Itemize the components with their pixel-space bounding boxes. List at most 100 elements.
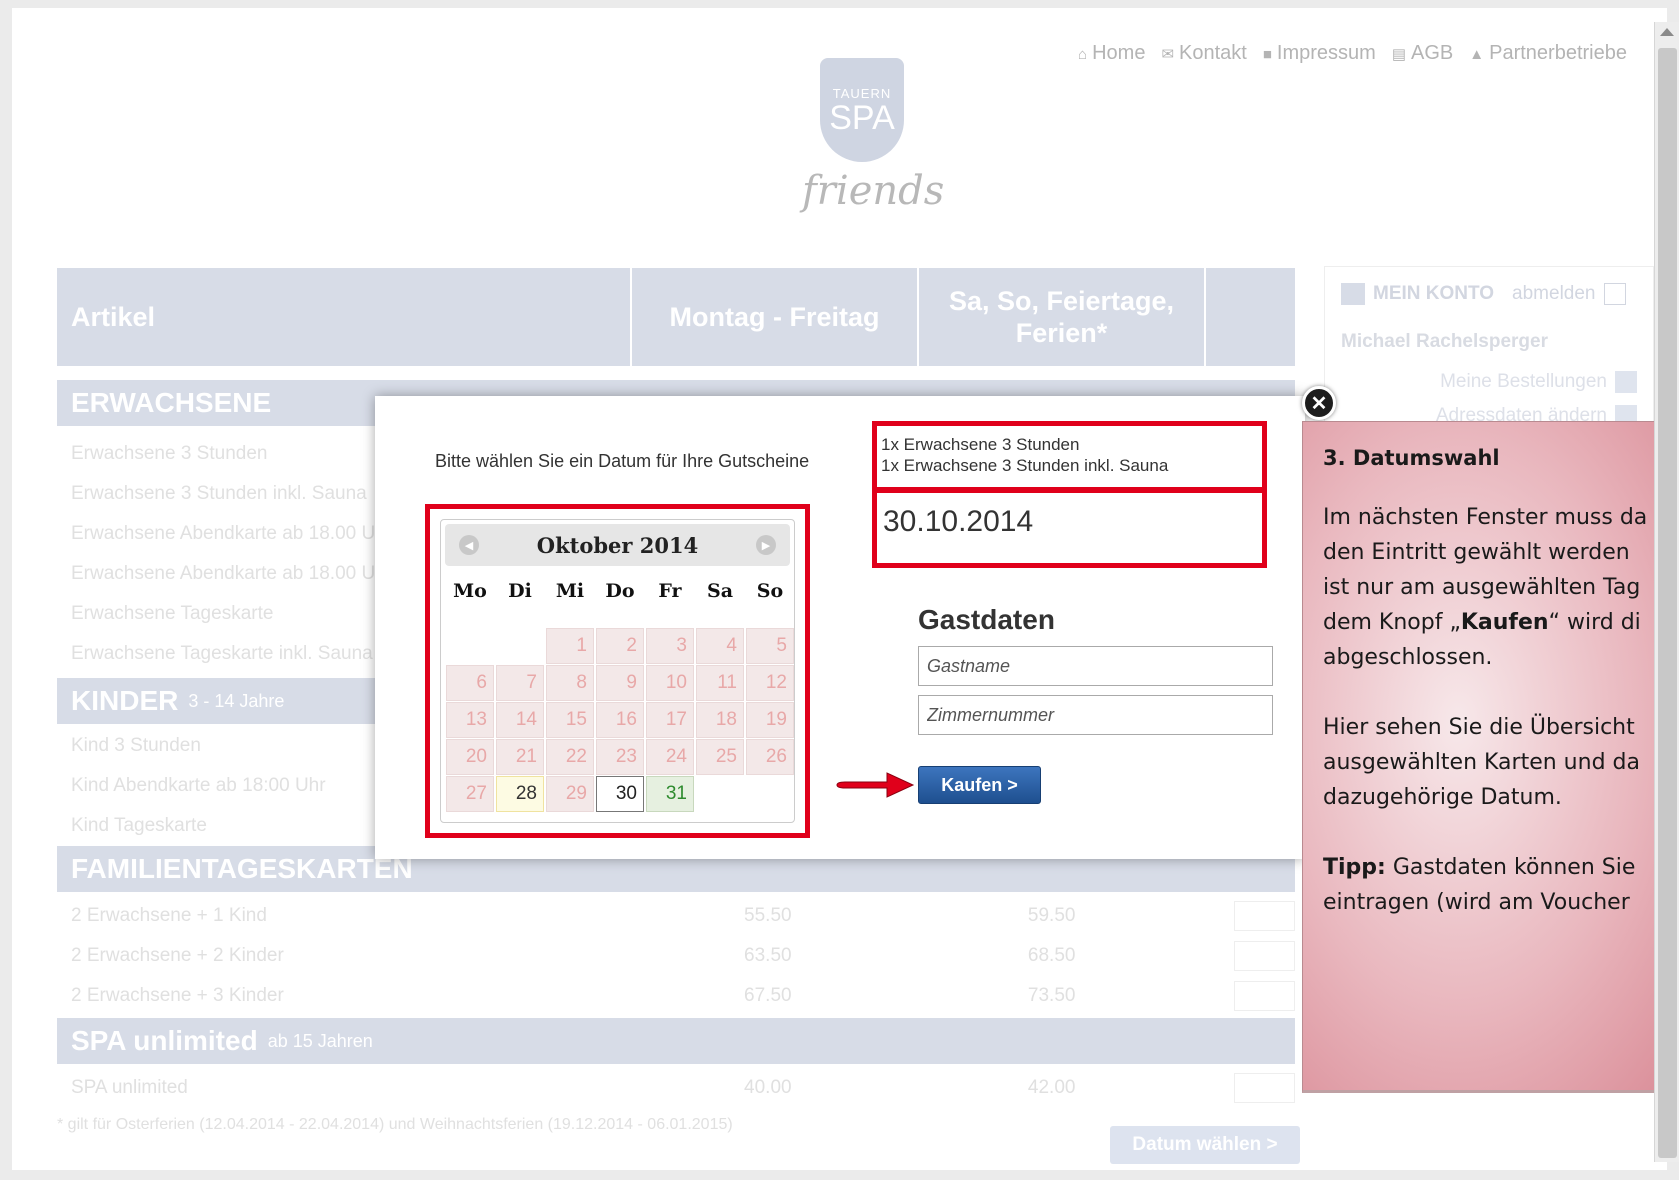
annotation-text: Hier sehen Sie die Übersicht xyxy=(1323,715,1635,740)
calendar-day[interactable]: 22 xyxy=(546,739,594,775)
user-icon xyxy=(1341,283,1365,305)
vertical-scrollbar[interactable] xyxy=(1654,22,1679,1162)
buy-button[interactable]: Kaufen > xyxy=(918,766,1041,804)
col-artikel: Artikel xyxy=(57,268,632,366)
calendar-day[interactable]: 24 xyxy=(646,739,694,775)
document-icon: ▤ xyxy=(1391,46,1407,63)
nav-agb[interactable]: ▤ AGB xyxy=(1392,42,1453,65)
quantity-input[interactable] xyxy=(1233,981,1295,1011)
home-icon: ⌂ xyxy=(1078,46,1088,63)
nav-kontakt[interactable]: ✉ Kontakt xyxy=(1161,42,1246,65)
quantity-input[interactable] xyxy=(1233,1073,1295,1103)
tauern-spa-logo[interactable]: TAUERN SPA friends xyxy=(782,58,944,228)
annotation-text: ausgewählten Karten und da xyxy=(1323,750,1640,775)
calendar-day[interactable]: 4 xyxy=(696,628,744,664)
annotation-text: Tipp: Gastdaten können Sie xyxy=(1323,855,1636,880)
calendar-day[interactable]: 8 xyxy=(546,665,594,701)
price-table-header: Artikel Montag - Freitag Sa, So, Feierta… xyxy=(57,268,1295,366)
calendar-day[interactable]: 27 xyxy=(446,776,494,812)
calendar-blank xyxy=(496,628,544,664)
calendar-day[interactable]: 16 xyxy=(596,702,644,738)
account-header: MEIN KONTO abmelden xyxy=(1341,283,1626,305)
calendar-blank xyxy=(446,628,494,664)
scroll-up-icon[interactable] xyxy=(1660,28,1674,36)
top-navigation: ⌂ Home ✉ Kontakt ■ Impressum ▤ AGB ▲ Partnerb… xyxy=(1078,42,1627,65)
logout-arrow-icon[interactable] xyxy=(1603,283,1626,305)
account-panel: MEIN KONTO abmelden Michael Rachelsperge… xyxy=(1324,266,1654,427)
calendar-highlight: ◀ Oktober 2014 ▶ Mo Di Mi Do Fr Sa So 12345678… xyxy=(425,504,810,838)
calendar-day[interactable]: 18 xyxy=(696,702,744,738)
weekday-label: Di xyxy=(508,580,532,602)
calendar-day[interactable]: 11 xyxy=(696,665,744,701)
calendar-day[interactable]: 28 xyxy=(496,776,544,812)
calendar-day[interactable]: 19 xyxy=(746,702,794,738)
annotation-text: dazugehörige Datum. xyxy=(1323,785,1562,810)
calendar-day[interactable]: 10 xyxy=(646,665,694,701)
day-grid: 1 2 3 4 5 6 7 8 9 10 11 12 13 14 15 16 17 18 19 20 21 22 23 24 2… xyxy=(445,628,795,812)
calendar-day[interactable]: 6 xyxy=(446,665,494,701)
col-quantity xyxy=(1206,268,1295,366)
weekday-header: Mo Di Mi Do Fr Sa So xyxy=(445,580,795,602)
datepicker: ◀ Oktober 2014 ▶ Mo Di Mi Do Fr Sa So 12345678… xyxy=(440,519,795,823)
nav-home[interactable]: ⌂ Home xyxy=(1078,42,1145,65)
prev-month-icon[interactable]: ◀ xyxy=(459,535,479,555)
datepicker-header: ◀ Oktober 2014 ▶ xyxy=(445,524,790,566)
nav-impressum[interactable]: ■ Impressum xyxy=(1263,42,1376,65)
annotation-text: Im nächsten Fenster muss da xyxy=(1323,505,1648,530)
calendar-day[interactable]: 26 xyxy=(746,739,794,775)
logo-shield: TAUERN SPA xyxy=(820,58,904,162)
calendar-day[interactable]: 14 xyxy=(496,702,544,738)
calendar-day[interactable]: 5 xyxy=(746,628,794,664)
nav-partner[interactable]: ▲ Partnerbetriebe xyxy=(1469,42,1627,65)
summary-item: 1x Erwachsene 3 Stunden inkl. Sauna xyxy=(881,456,1169,475)
calendar-day[interactable]: 29 xyxy=(546,776,594,812)
calendar-day[interactable]: 30 xyxy=(596,776,644,812)
guest-name-field[interactable] xyxy=(918,646,1273,686)
calendar-day[interactable]: 25 xyxy=(696,739,744,775)
weekday-label: Fr xyxy=(658,580,682,602)
calendar-day[interactable]: 1 xyxy=(546,628,594,664)
weekday-label: Mo xyxy=(453,580,487,602)
calendar-day[interactable]: 12 xyxy=(746,665,794,701)
calendar-day[interactable]: 9 xyxy=(596,665,644,701)
pointer-arrow-icon xyxy=(836,772,915,798)
tutorial-annotation: 3. Datumswahl Im nächsten Fenster muss d… xyxy=(1302,421,1667,1093)
summary-item: 1x Erwachsene 3 Stunden xyxy=(881,435,1080,454)
calendar-day[interactable]: 7 xyxy=(496,665,544,701)
calendar-day[interactable]: 20 xyxy=(446,739,494,775)
logout-link[interactable]: abmelden xyxy=(1512,283,1595,305)
calendar-day[interactable]: 21 xyxy=(496,739,544,775)
table-row: 2 Erwachsene + 2 Kinder 63.50 68.50 xyxy=(57,936,1295,976)
col-weekday: Montag - Freitag xyxy=(632,268,919,366)
quantity-input[interactable] xyxy=(1233,901,1295,931)
browser-viewport: ⌂ Home ✉ Kontakt ■ Impressum ▤ AGB ▲ Partnerb… xyxy=(12,8,1667,1170)
scrollbar-thumb[interactable] xyxy=(1658,48,1677,1158)
account-username: Michael Rachelsperger xyxy=(1341,331,1548,352)
calendar-day[interactable]: 17 xyxy=(646,702,694,738)
selected-date-display: 30.10.2014 xyxy=(872,488,1267,568)
col-weekend: Sa, So, Feiertage, Ferien* xyxy=(919,268,1206,366)
table-row: SPA unlimited 40.00 42.00 xyxy=(57,1068,1295,1108)
annotation-text: dem Knopf „Kaufen“ wird di xyxy=(1323,610,1641,635)
calendar-day[interactable]: 15 xyxy=(546,702,594,738)
table-row: 2 Erwachsene + 1 Kind 55.50 59.50 xyxy=(57,896,1295,936)
next-month-icon[interactable]: ▶ xyxy=(755,535,776,555)
close-icon[interactable]: ✕ xyxy=(1302,386,1336,420)
dialog-prompt: Bitte wählen Sie ein Datum für Ihre Guts… xyxy=(435,451,810,471)
room-number-field[interactable] xyxy=(918,695,1273,735)
quantity-input[interactable] xyxy=(1233,941,1295,971)
weekday-label: Mi xyxy=(555,580,585,602)
guest-data-heading: Gastdaten xyxy=(918,604,1055,635)
logo-script: friends xyxy=(802,168,945,214)
date-selection-dialog: Bitte wählen Sie ein Datum für Ihre Guts… xyxy=(375,396,1305,859)
mail-icon: ✉ xyxy=(1161,46,1175,63)
datepicker-month: Oktober 2014 xyxy=(536,532,699,558)
info-icon: ■ xyxy=(1262,46,1272,63)
calendar-day[interactable]: 13 xyxy=(446,702,494,738)
calendar-day[interactable]: 23 xyxy=(596,739,644,775)
calendar-day[interactable]: 31 xyxy=(646,776,694,812)
my-orders-link[interactable]: Meine Bestellungen xyxy=(1440,371,1637,393)
calendar-day[interactable]: 3 xyxy=(646,628,694,664)
choose-date-button[interactable]: Datum wählen > xyxy=(1110,1126,1300,1164)
calendar-day[interactable]: 2 xyxy=(596,628,644,664)
